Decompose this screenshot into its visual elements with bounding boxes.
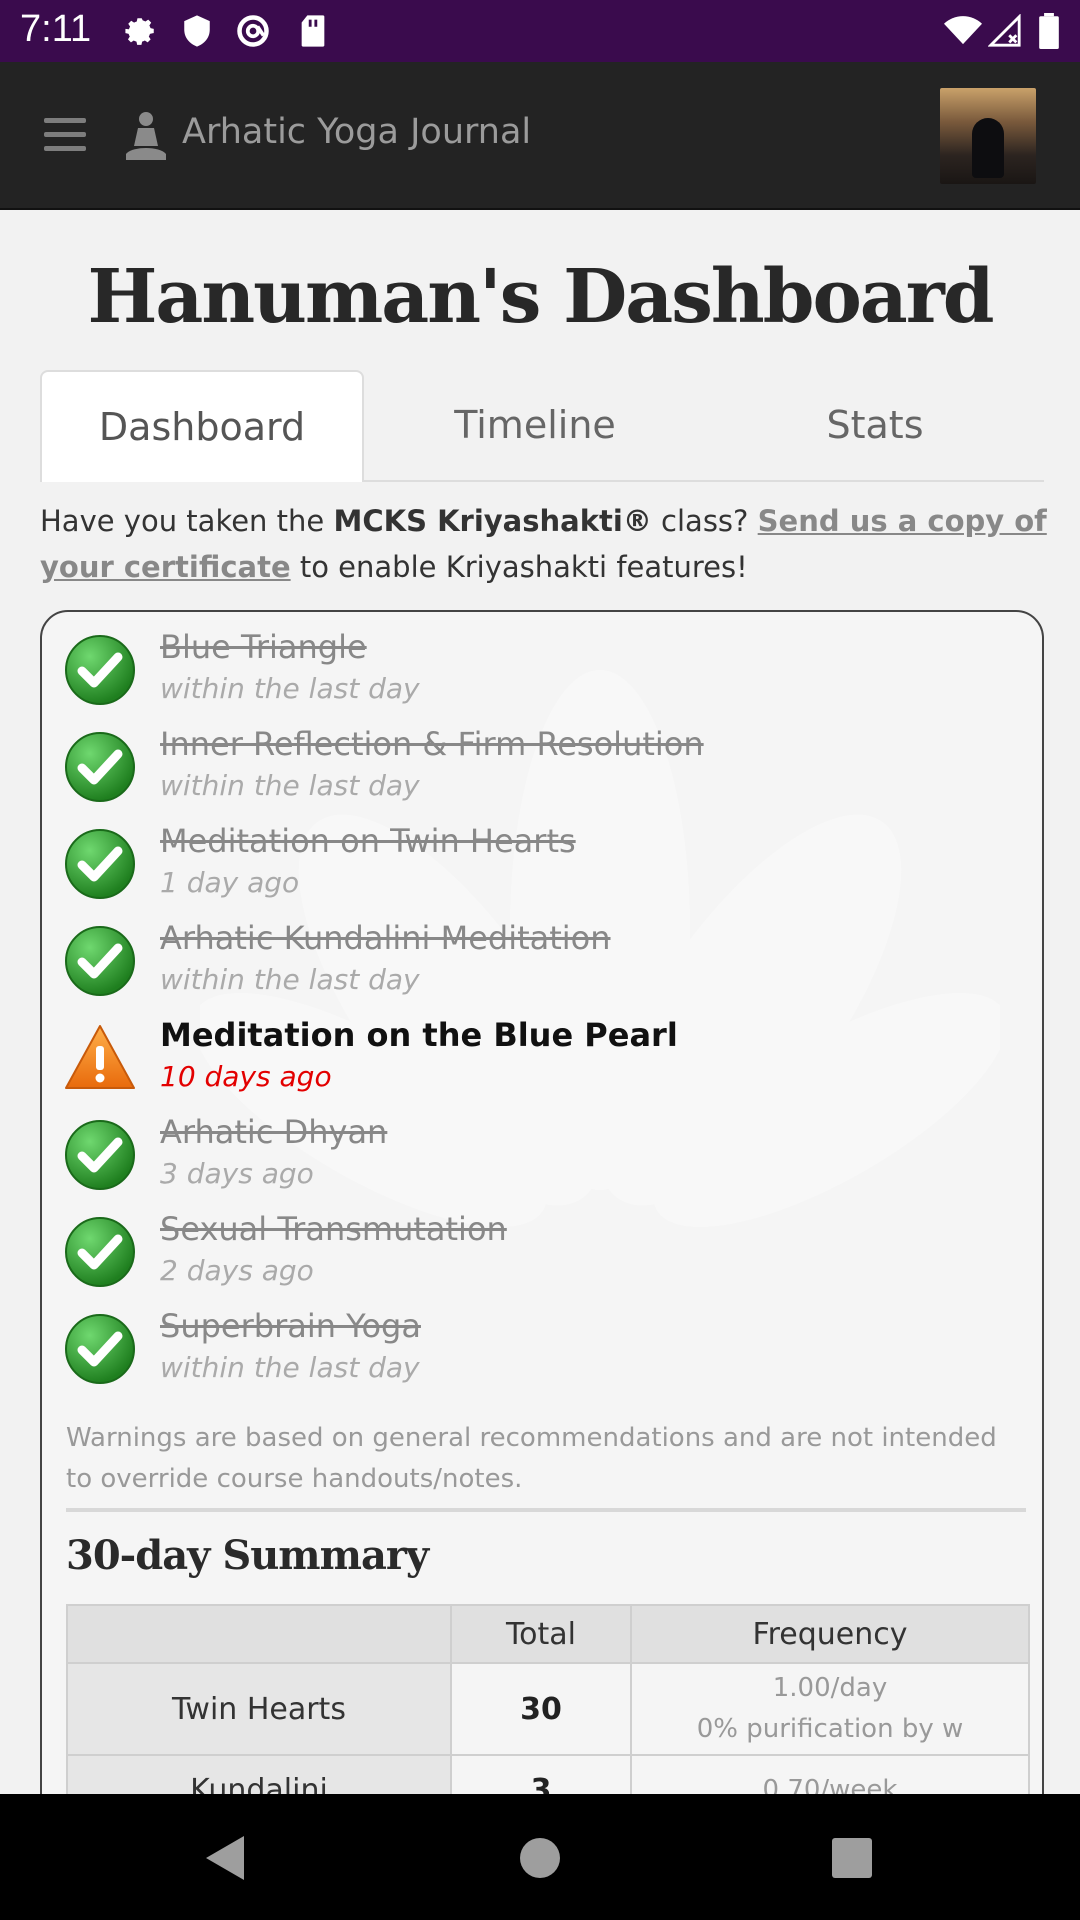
list-item[interactable]: Inner Reflection & Firm Resolution within… [64, 723, 1024, 813]
main-content[interactable]: Hanuman's Dashboard Dashboard Timeline S… [0, 210, 1080, 1794]
system-nav-bar [0, 1794, 1080, 1920]
practice-card: Blue Triangle within the last day Inner Re… [40, 610, 1044, 1794]
green-check-icon [64, 925, 136, 997]
practice-last-done: 2 days ago [160, 1254, 314, 1287]
battery-icon [1030, 12, 1068, 50]
cell-signal-icon [986, 12, 1024, 50]
row-frequency: 1.00/day 0% purification by w [630, 1662, 1030, 1756]
list-item[interactable]: Meditation on Twin Hearts 1 day ago [64, 820, 1024, 910]
at-sign-icon [234, 12, 272, 50]
green-check-icon [64, 1119, 136, 1191]
tab-stats[interactable]: Stats [710, 370, 1040, 480]
home-icon[interactable] [520, 1838, 560, 1878]
summary-header-total: Total [450, 1604, 632, 1664]
app-bar: Arhatic Yoga Journal [0, 62, 1080, 210]
practice-last-done: within the last day [160, 1351, 420, 1384]
green-check-icon [64, 1313, 136, 1385]
app-title: Arhatic Yoga Journal [182, 112, 532, 152]
warning-triangle-icon [64, 1022, 136, 1094]
green-check-icon [64, 634, 136, 706]
row-label: Kundalini [66, 1754, 452, 1794]
status-bar: 7:11 [0, 0, 1080, 62]
list-item[interactable]: Superbrain Yoga within the last day [64, 1305, 1024, 1395]
wifi-icon [944, 12, 982, 50]
list-item[interactable]: Blue Triangle within the last day [64, 626, 1024, 716]
tab-dashboard[interactable]: Dashboard [40, 370, 364, 482]
green-check-icon [64, 1216, 136, 1288]
practice-name: Blue Triangle [160, 628, 367, 666]
recent-apps-icon[interactable] [832, 1838, 872, 1878]
meditating-figure-icon [124, 110, 168, 164]
practice-last-done: within the last day [160, 672, 420, 705]
green-check-icon [64, 828, 136, 900]
practice-name: Arhatic Dhyan [160, 1113, 388, 1151]
hamburger-menu-icon[interactable] [44, 118, 86, 152]
status-time: 7:11 [20, 8, 92, 50]
list-item[interactable]: Sexual Transmutation 2 days ago [64, 1208, 1024, 1298]
practice-name: Arhatic Kundalini Meditation [160, 919, 611, 957]
back-icon[interactable] [206, 1836, 244, 1880]
practice-last-done: 10 days ago [160, 1060, 332, 1093]
table-row: Kundalini 3 0.70/week [66, 1754, 1030, 1794]
practice-last-done: 3 days ago [160, 1157, 314, 1190]
summary-header-blank [66, 1604, 452, 1664]
practice-name: Sexual Transmutation [160, 1210, 507, 1248]
practice-name: Meditation on the Blue Pearl [160, 1016, 678, 1054]
summary-table: Total Frequency Twin Hearts 30 1.00/day 0… [66, 1604, 1030, 1794]
row-frequency: 0.70/week [630, 1754, 1030, 1794]
practice-last-done: within the last day [160, 963, 420, 996]
settings-gear-icon [122, 12, 160, 50]
list-item[interactable]: Arhatic Dhyan 3 days ago [64, 1111, 1024, 1201]
practice-name: Superbrain Yoga [160, 1307, 421, 1345]
page-title: Hanuman's Dashboard [87, 254, 995, 340]
practice-name: Inner Reflection & Firm Resolution [160, 725, 704, 763]
sd-card-icon [294, 12, 332, 50]
tab-timeline[interactable]: Timeline [370, 370, 700, 480]
kriyashakti-notice: Have you taken the MCKS Kriyashakti® cla… [40, 504, 1047, 584]
row-total: 30 [450, 1662, 632, 1756]
summary-header-row: Total Frequency [66, 1604, 1030, 1664]
practice-last-done: 1 day ago [160, 866, 300, 899]
list-item[interactable]: Arhatic Kundalini Meditation within the l… [64, 917, 1024, 1007]
summary-header-frequency: Frequency [630, 1604, 1030, 1664]
warning-disclaimer: Warnings are based on general recommenda… [66, 1423, 997, 1494]
shield-icon [178, 12, 216, 50]
course-name: MCKS Kriyashakti® [333, 504, 652, 538]
user-avatar[interactable] [940, 88, 1036, 184]
tab-bar: Dashboard Timeline Stats [40, 370, 1044, 482]
practice-name: Meditation on Twin Hearts [160, 822, 576, 860]
summary-title: 30-day Summary [66, 1532, 429, 1579]
list-item[interactable]: Meditation on the Blue Pearl 10 days ago [64, 1014, 1024, 1104]
row-label: Twin Hearts [66, 1662, 452, 1756]
practice-last-done: within the last day [160, 769, 420, 802]
green-check-icon [64, 731, 136, 803]
table-row: Twin Hearts 30 1.00/day 0% purification b… [66, 1662, 1030, 1756]
divider [66, 1508, 1026, 1512]
row-total: 3 [450, 1754, 632, 1794]
